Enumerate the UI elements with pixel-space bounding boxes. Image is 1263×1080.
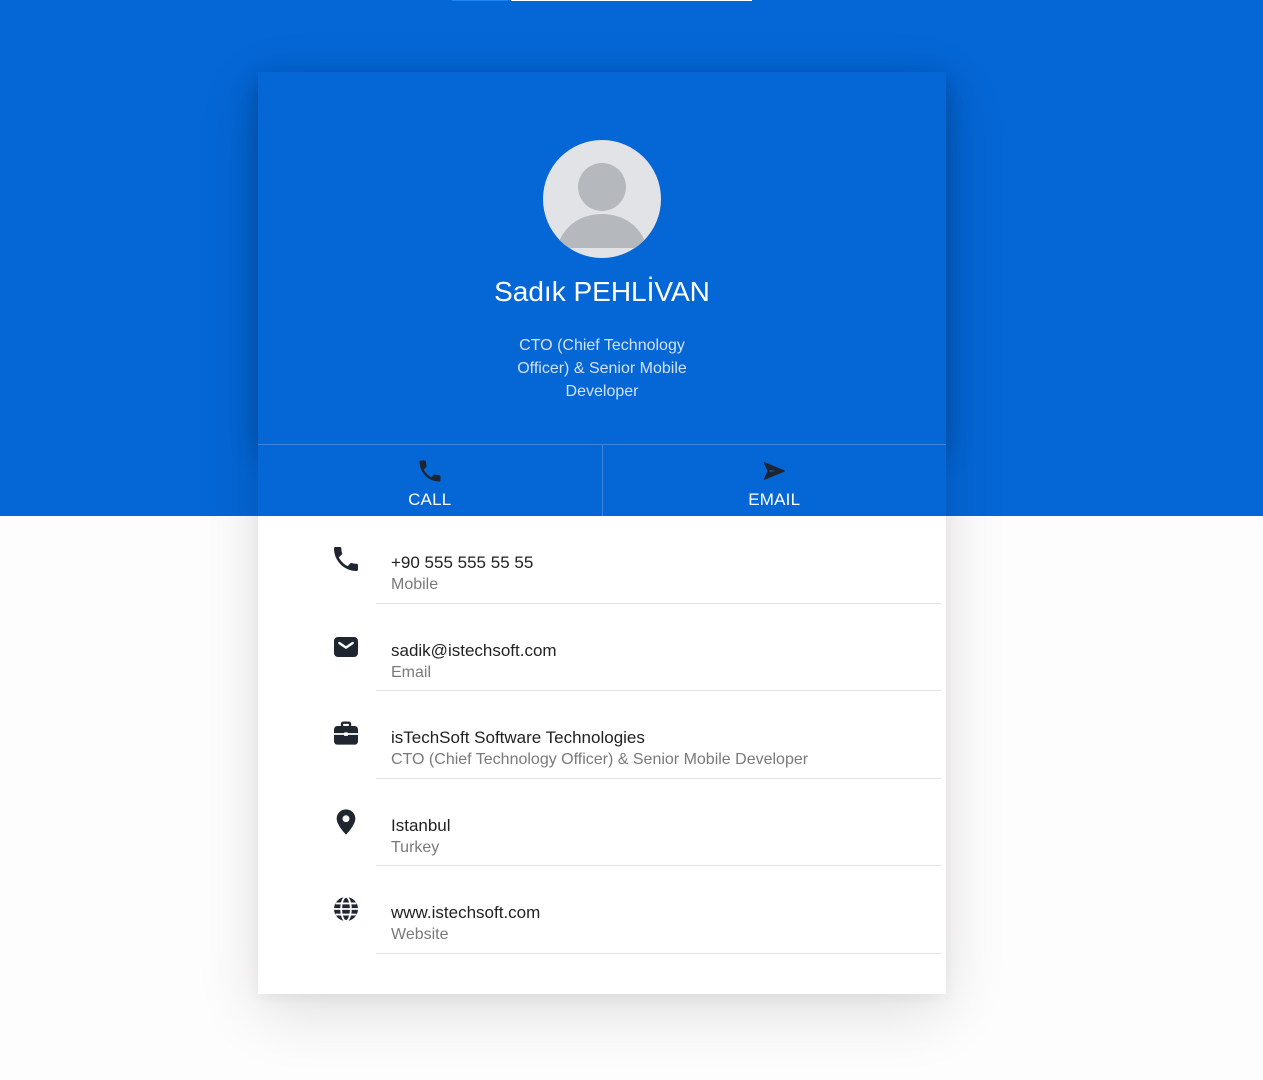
email-button[interactable]: EMAIL xyxy=(601,445,947,516)
card-header: Sadık PEHLİVAN CTO (Chief Technology Off… xyxy=(258,72,946,444)
list-item-email[interactable]: sadik@istechsoft.com Email xyxy=(258,604,946,692)
phone-icon xyxy=(334,547,358,571)
profile-title: CTO (Chief Technology Officer) & Senior … xyxy=(517,337,687,400)
city-value: Istanbul xyxy=(391,815,451,835)
mail-icon xyxy=(334,636,358,657)
website-value: www.istechsoft.com xyxy=(391,903,541,923)
company-role: CTO (Chief Technology Officer) & Senior … xyxy=(391,751,809,769)
contact-card: Sadık PEHLİVAN CTO (Chief Technology Off… xyxy=(258,72,946,994)
send-icon xyxy=(763,462,786,480)
call-label: CALL xyxy=(408,490,452,509)
email-type: Email xyxy=(391,663,432,681)
company-value: isTechSoft Software Technologies xyxy=(391,728,645,748)
profile-name: Sadık PEHLİVAN xyxy=(494,276,710,307)
contact-list: +90 555 555 55 55 Mobile sadik@istechsof… xyxy=(258,516,946,954)
avatar xyxy=(543,140,661,258)
person-placeholder-icon xyxy=(557,163,647,248)
list-item-location[interactable]: Istanbul Turkey xyxy=(258,779,946,867)
briefcase-icon xyxy=(334,721,358,745)
top-progress-strip xyxy=(452,0,752,2)
list-item-phone[interactable]: +90 555 555 55 55 Mobile xyxy=(258,516,946,604)
location-pin-icon xyxy=(336,809,356,835)
country-value: Turkey xyxy=(391,838,440,856)
globe-icon xyxy=(334,896,358,923)
email-value: sadik@istechsoft.com xyxy=(391,640,557,660)
action-bar: CALL EMAIL xyxy=(258,444,946,516)
call-button[interactable]: CALL xyxy=(258,445,602,516)
email-label: EMAIL xyxy=(748,490,801,509)
list-item-company[interactable]: isTechSoft Software Technologies CTO (Ch… xyxy=(258,691,946,779)
phone-icon xyxy=(419,460,441,482)
website-type: Website xyxy=(391,926,449,944)
list-item-website[interactable]: www.istechsoft.com Website xyxy=(258,866,946,954)
divider xyxy=(376,952,941,954)
phone-type: Mobile xyxy=(391,576,439,593)
phone-value: +90 555 555 55 55 xyxy=(391,553,534,572)
